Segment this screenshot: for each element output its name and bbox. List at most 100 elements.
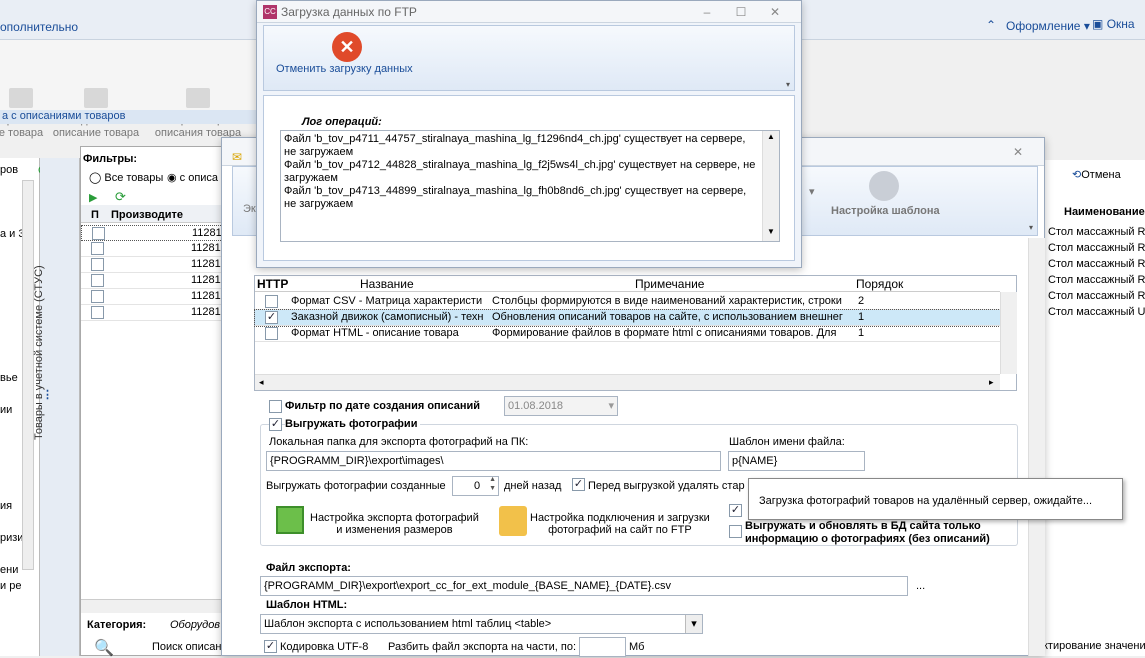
- local-folder-label: Локальная папка для экспорта фотографий …: [269, 436, 529, 448]
- tree-node[interactable]: ия: [0, 500, 12, 512]
- log-textarea[interactable]: Файл 'b_tov_p4711_44757_stiralnaya_mashi…: [280, 130, 780, 242]
- right-row[interactable]: Стол массажный Re: [1048, 274, 1145, 286]
- html-template-select[interactable]: Шаблон экспорта с использованием html та…: [260, 614, 703, 634]
- col-p[interactable]: П: [91, 209, 99, 221]
- filters-label: Фильтры:: [83, 153, 138, 165]
- row-checkbox[interactable]: [92, 227, 105, 240]
- ftp-folder-globe-icon[interactable]: [499, 506, 527, 536]
- photo-export-settings-icon[interactable]: [276, 506, 304, 534]
- export-file-input[interactable]: {PROGRAMM_DIR}\export\export_cc_for_ext_…: [260, 576, 908, 596]
- gear-icon[interactable]: [869, 171, 899, 201]
- right-row[interactable]: Стол массажный Re: [1048, 226, 1145, 238]
- col-producer[interactable]: Производите: [111, 209, 183, 221]
- row-checkbox[interactable]: [91, 274, 104, 287]
- right-row[interactable]: Стол массажный Re: [1048, 242, 1145, 254]
- tree-node[interactable]: вье: [0, 372, 18, 384]
- close-icon[interactable]: ✕: [1006, 141, 1030, 163]
- grid-v-scrollbar[interactable]: [1000, 292, 1017, 374]
- right-row[interactable]: Стол массажный Re: [1048, 290, 1145, 302]
- format-row[interactable]: ✓ Заказной движок (самописный) - техн Обно…: [254, 309, 1001, 327]
- right-row[interactable]: Стол массажный Re: [1048, 258, 1145, 270]
- col-name[interactable]: Название: [360, 277, 414, 291]
- row-checkbox[interactable]: [91, 242, 104, 255]
- local-folder-input[interactable]: {PROGRAMM_DIR}\export\images\: [266, 451, 721, 471]
- dropdown-arrow-icon[interactable]: ▾: [809, 185, 815, 198]
- tree-node[interactable]: ени: [0, 564, 18, 576]
- date-dropdown-icon[interactable]: ▾: [608, 397, 614, 415]
- filename-template-input[interactable]: p{NAME}: [728, 451, 865, 471]
- select-arrow-icon[interactable]: ▾: [685, 615, 702, 633]
- search-icon[interactable]: 🔍: [94, 638, 114, 658]
- menu-design[interactable]: Оформление ▾: [1006, 19, 1090, 33]
- grid-h-scrollbar[interactable]: ◂ ▸: [255, 374, 1000, 390]
- update-db-checkbox[interactable]: [729, 525, 742, 538]
- format-http-checkbox[interactable]: [265, 295, 278, 308]
- vertical-tab-label[interactable]: Товары в учетной системе (СТУС): [33, 265, 45, 440]
- date-filter-checkbox[interactable]: [269, 400, 282, 413]
- tree-node[interactable]: а и 3: [0, 228, 25, 240]
- more-icon[interactable]: ▾: [1029, 223, 1033, 232]
- dialog-v-scrollbar[interactable]: [1028, 238, 1045, 656]
- minimize-icon[interactable]: –: [695, 1, 719, 23]
- splitter-grip-icon[interactable]: ⋮: [42, 388, 53, 401]
- format-order: 1: [858, 327, 865, 339]
- ftp-titlebar[interactable]: CC Загрузка данных по FTP – ☐ ✕: [257, 1, 801, 23]
- menu-additional[interactable]: ополнительно: [0, 20, 78, 34]
- app-logo-icon: CC: [263, 5, 277, 19]
- utf8-checkbox[interactable]: ✓: [264, 640, 277, 653]
- template-settings-button[interactable]: Настройка шаблона: [831, 205, 940, 217]
- ftp-toolbar: ✕ Отменить загрузку данных ▾: [263, 25, 795, 91]
- refresh-grid-icon[interactable]: ⟳: [115, 189, 126, 205]
- toolbar-left-label[interactable]: Эк: [243, 203, 256, 215]
- collapse-ribbon-icon[interactable]: ⌃: [986, 18, 996, 32]
- col-http[interactable]: HTTP: [257, 277, 288, 291]
- stepper-arrows-icon[interactable]: ▲ ▼: [489, 477, 496, 493]
- table-row[interactable]: 11281: [81, 257, 231, 273]
- table-row[interactable]: 11281: [81, 225, 231, 241]
- cancel-filter-button[interactable]: ⟲Отмена: [1072, 168, 1121, 181]
- table-row[interactable]: 11281: [81, 241, 231, 257]
- close-icon[interactable]: ✕: [763, 1, 787, 23]
- tree-node[interactable]: и ре: [0, 580, 21, 592]
- table-row[interactable]: 11281: [81, 305, 231, 321]
- date-filter-input[interactable]: 01.08.2018 ▾: [504, 396, 618, 416]
- format-note: Формирование файлов в формате html с опи…: [492, 327, 837, 339]
- right-col-header[interactable]: Наименование: [1064, 206, 1145, 218]
- row-code: 11281: [191, 274, 221, 286]
- tree-node[interactable]: ии: [0, 404, 12, 416]
- radio-all-goods[interactable]: ◯ Все товары: [89, 171, 163, 184]
- ftp-settings-button[interactable]: Настройка подключения и загрузки фотогра…: [530, 512, 710, 536]
- delete-before-checkbox[interactable]: ✓: [572, 478, 585, 491]
- photos-checked-checkbox[interactable]: ✓: [729, 504, 742, 517]
- vertical-tab-strip[interactable]: [40, 158, 80, 656]
- export-icon[interactable]: ▶: [89, 191, 97, 204]
- menu-windows[interactable]: ▣ Окна: [1092, 17, 1135, 31]
- photo-export-settings-button[interactable]: Настройка экспорта фотографий и изменени…: [310, 512, 479, 536]
- browse-button[interactable]: ...: [916, 580, 925, 592]
- maximize-icon[interactable]: ☐: [729, 1, 753, 23]
- tree-node[interactable]: ров: [0, 164, 18, 176]
- right-row[interactable]: Стол массажный US: [1048, 306, 1145, 318]
- cancel-upload-button[interactable]: Отменить загрузку данных: [276, 63, 413, 75]
- format-row[interactable]: Формат CSV - Матрица характеристи Столбцы…: [255, 294, 1000, 310]
- h-scrollbar[interactable]: [81, 599, 231, 613]
- col-note[interactable]: Примечание: [635, 277, 704, 291]
- format-row[interactable]: Формат HTML - описание товара Формировани…: [255, 326, 1000, 342]
- export-photos-checkbox[interactable]: ✓: [269, 418, 282, 431]
- col-order[interactable]: Порядок: [856, 277, 903, 291]
- table-row[interactable]: 11281: [81, 273, 231, 289]
- log-scrollbar[interactable]: ▲ ▼: [762, 131, 779, 241]
- tree-node[interactable]: ризи: [0, 532, 23, 544]
- row-checkbox[interactable]: [91, 290, 104, 303]
- format-http-checkbox[interactable]: ✓: [265, 311, 278, 324]
- days-stepper[interactable]: 0 ▲ ▼: [452, 476, 499, 496]
- format-http-checkbox[interactable]: [265, 327, 278, 340]
- cancel-icon[interactable]: ✕: [332, 32, 362, 62]
- more-icon[interactable]: ▾: [786, 80, 790, 89]
- photos-created-label: Выгружать фотографии созданные: [266, 480, 446, 492]
- split-size-input[interactable]: [579, 637, 626, 657]
- row-checkbox[interactable]: [91, 258, 104, 271]
- row-checkbox[interactable]: [91, 306, 104, 319]
- table-row[interactable]: 11281: [81, 289, 231, 305]
- radio-with-desc[interactable]: ◉ с описа: [167, 171, 218, 184]
